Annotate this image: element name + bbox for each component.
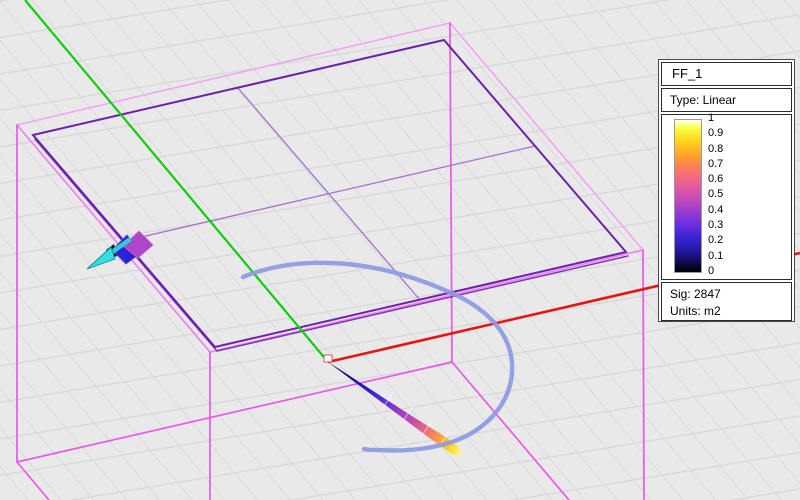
3d-model-viewport[interactable]: FF_1 Type: Linear 1 0.9 0.8 0.7 0.6 0.5 …	[0, 0, 800, 500]
tick-label: 0.6	[708, 173, 724, 186]
tick-label: 0.5	[708, 188, 724, 201]
tick-label: 0.3	[708, 219, 724, 232]
legend-colorbar-box: 1 0.9 0.8 0.7 0.6 0.5 0.4 0.3 0.2 0.1 0	[661, 112, 792, 280]
colorbar-gradient	[674, 119, 702, 273]
legend-units-value: Units: m2	[670, 304, 721, 318]
legend-title: FF_1	[672, 66, 703, 81]
tick-label: 0.7	[708, 157, 724, 170]
colorbar-tick-labels: 1 0.9 0.8 0.7 0.6 0.5 0.4 0.3 0.2 0.1 0	[708, 112, 723, 278]
tick-label: 0.1	[708, 249, 724, 262]
tick-label: 1	[708, 112, 715, 124]
tick-label: 0.4	[708, 203, 724, 216]
tick-label: 0	[708, 264, 715, 277]
legend-title-box: FF_1	[661, 62, 792, 86]
farfield-legend[interactable]: FF_1 Type: Linear 1 0.9 0.8 0.7 0.6 0.5 …	[658, 59, 795, 322]
legend-sig-value: Sig: 2847	[670, 287, 721, 301]
tick-label: 0.9	[708, 127, 724, 140]
tick-label: 0.2	[708, 234, 724, 247]
legend-type-box: Type: Linear	[661, 88, 792, 112]
legend-type-label: Type: Linear	[670, 93, 737, 107]
origin-marker	[323, 354, 333, 363]
legend-footer-box: Sig: 2847 Units: m2	[661, 282, 792, 321]
tick-label: 0.8	[708, 142, 724, 155]
